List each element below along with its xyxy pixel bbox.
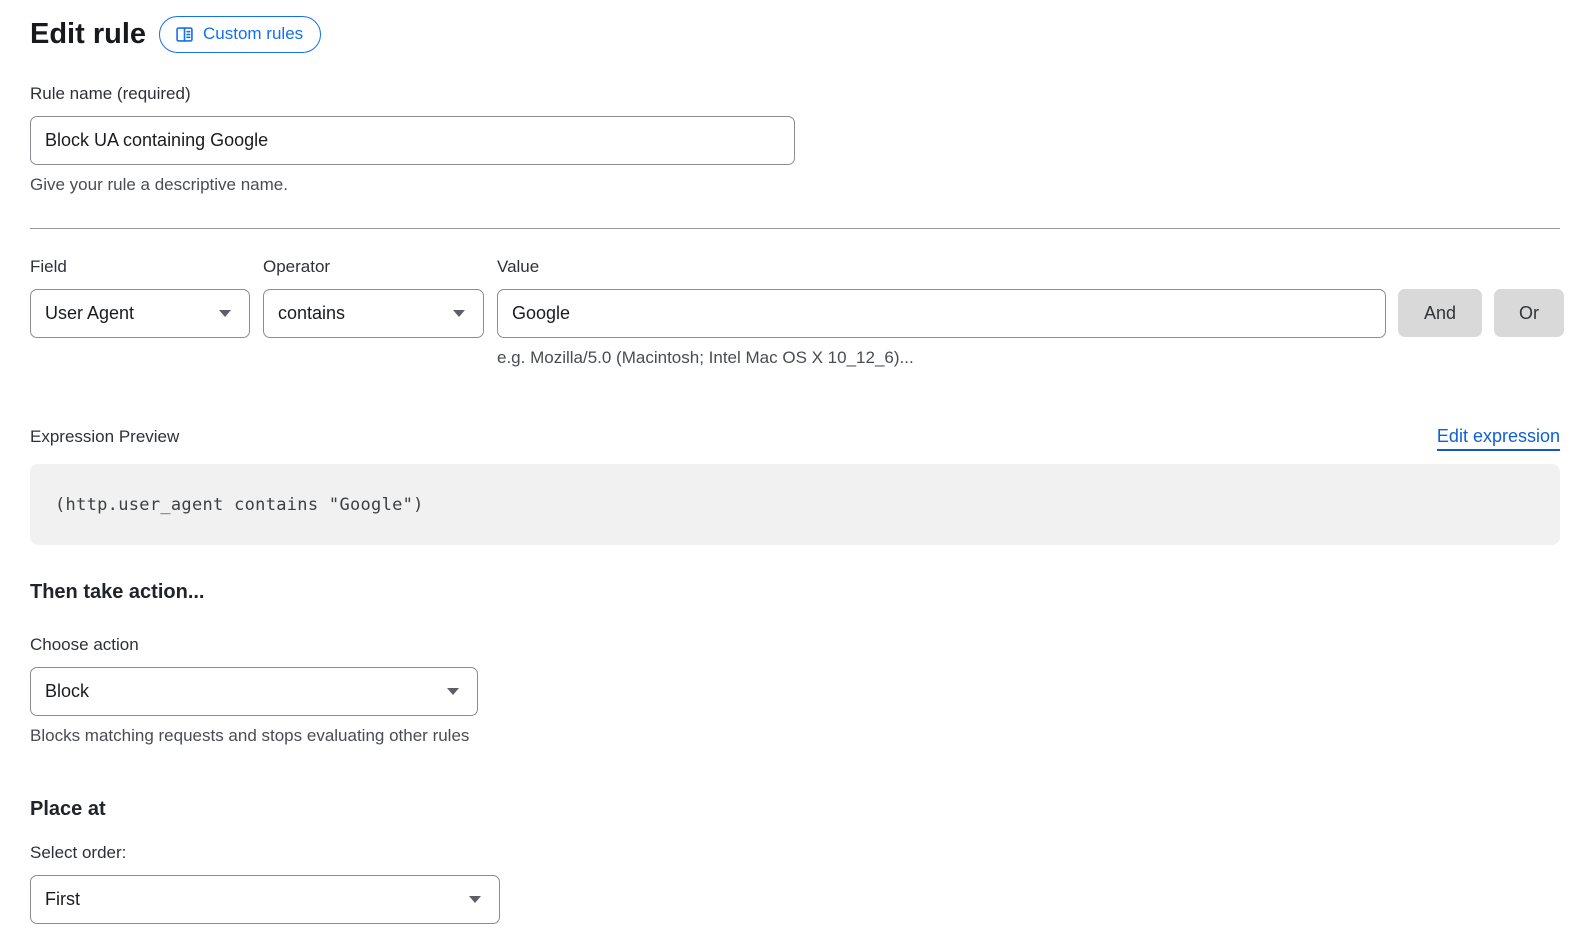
condition-logic-buttons: And Or	[1398, 256, 1564, 337]
section-divider	[30, 228, 1560, 229]
book-open-icon	[175, 25, 194, 44]
custom-rules-label: Custom rules	[203, 24, 303, 44]
operator-select-value: contains	[278, 303, 345, 324]
value-help: e.g. Mozilla/5.0 (Macintosh; Intel Mac O…	[497, 347, 1386, 368]
edit-rule-page: Edit rule Custom rules Rule name (requir…	[0, 0, 1587, 952]
action-select-value: Block	[45, 681, 89, 702]
or-button[interactable]: Or	[1494, 289, 1564, 337]
expression-preview-label: Expression Preview	[30, 427, 179, 447]
order-select-value: First	[45, 889, 80, 910]
action-help: Blocks matching requests and stops evalu…	[30, 725, 1564, 746]
rule-name-group: Rule name (required) Give your rule a de…	[30, 83, 1564, 195]
rule-name-input[interactable]	[30, 116, 795, 165]
choose-action-label: Choose action	[30, 634, 1564, 655]
action-select[interactable]: Block	[30, 667, 478, 716]
rule-name-label: Rule name (required)	[30, 83, 1564, 104]
value-column: Value e.g. Mozilla/5.0 (Macintosh; Intel…	[497, 256, 1386, 368]
chevron-down-icon	[447, 688, 459, 695]
select-order-label: Select order:	[30, 842, 1564, 863]
operator-label: Operator	[263, 256, 484, 277]
value-input[interactable]	[497, 289, 1386, 338]
value-label: Value	[497, 256, 1386, 277]
operator-select[interactable]: contains	[263, 289, 484, 338]
condition-row: Field User Agent Operator contains Value…	[30, 256, 1564, 368]
field-label: Field	[30, 256, 250, 277]
rule-name-help: Give your rule a descriptive name.	[30, 174, 1564, 195]
place-at-heading: Place at	[30, 796, 1564, 822]
field-select-value: User Agent	[45, 303, 134, 324]
expression-header: Expression Preview Edit expression	[30, 426, 1560, 451]
expression-preview-box: (http.user_agent contains "Google")	[30, 464, 1560, 545]
chevron-down-icon	[469, 896, 481, 903]
and-button[interactable]: And	[1398, 289, 1482, 337]
custom-rules-button[interactable]: Custom rules	[159, 16, 321, 53]
field-select[interactable]: User Agent	[30, 289, 250, 338]
expression-code: (http.user_agent contains "Google")	[55, 495, 424, 515]
page-header: Edit rule Custom rules	[30, 15, 1564, 53]
chevron-down-icon	[453, 310, 465, 317]
expression-section: Expression Preview Edit expression (http…	[30, 426, 1560, 545]
order-select[interactable]: First	[30, 875, 500, 924]
chevron-down-icon	[219, 310, 231, 317]
operator-column: Operator contains	[263, 256, 484, 338]
page-title: Edit rule	[30, 15, 146, 53]
action-heading: Then take action...	[30, 579, 1564, 605]
edit-expression-link[interactable]: Edit expression	[1437, 426, 1560, 451]
field-column: Field User Agent	[30, 256, 250, 338]
